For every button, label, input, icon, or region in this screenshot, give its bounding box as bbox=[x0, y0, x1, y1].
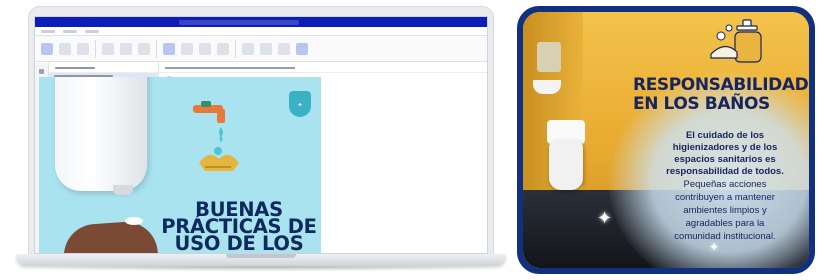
sparkle-icon: ✦ bbox=[709, 240, 720, 254]
rules-button[interactable] bbox=[217, 42, 229, 55]
faucet-icon bbox=[193, 101, 225, 142]
reply-all-button[interactable] bbox=[120, 42, 132, 55]
menu-item[interactable] bbox=[41, 29, 55, 33]
reply-button[interactable] bbox=[102, 42, 114, 55]
outlook-titlebar bbox=[35, 17, 487, 27]
promo-composition: ✚ BUENAS PRÁCTICAS DE USO DE LOS RESPONS… bbox=[0, 0, 822, 280]
list-header bbox=[49, 63, 158, 73]
poster-body-line: comunidad institucional. bbox=[674, 231, 776, 242]
move-button[interactable] bbox=[199, 42, 211, 55]
categorize-button[interactable] bbox=[260, 42, 272, 55]
quick-steps-button[interactable] bbox=[181, 42, 193, 55]
menu-bar bbox=[35, 27, 487, 36]
sparkle-icon: ✦ bbox=[597, 208, 613, 228]
poster-body: El cuidado de los higienizadores y de lo… bbox=[631, 130, 809, 243]
menu-item[interactable] bbox=[85, 29, 99, 33]
email-image: ✚ BUENAS PRÁCTICAS DE USO DE LOS bbox=[39, 77, 321, 254]
poster-body-line: agradables para la bbox=[685, 218, 765, 229]
forward-button[interactable] bbox=[138, 42, 150, 55]
search-box[interactable] bbox=[179, 19, 299, 25]
teams-button[interactable] bbox=[163, 42, 175, 55]
sink bbox=[533, 80, 561, 94]
find-button[interactable] bbox=[296, 42, 308, 55]
poster-title-line: EN LOS BAÑOS bbox=[633, 94, 770, 114]
dispenser-nozzle bbox=[113, 185, 133, 195]
message-subject bbox=[159, 63, 487, 73]
list-header-label bbox=[55, 66, 95, 69]
washing-hands-icon bbox=[199, 147, 239, 171]
ribbon-separator bbox=[235, 39, 236, 58]
foam bbox=[125, 217, 143, 225]
follow-up-button[interactable] bbox=[278, 42, 290, 55]
poster-inner: RESPONSABILIDAD EN LOS BAÑOS El cuidado … bbox=[523, 12, 809, 268]
soap-dispenser-icon bbox=[710, 19, 762, 63]
poster-body-bold-line: higienizadores y de los bbox=[672, 142, 778, 153]
toilet bbox=[549, 140, 583, 190]
shield-badge-icon: ✚ bbox=[289, 91, 311, 117]
laptop-notch bbox=[226, 254, 296, 258]
folder-icon[interactable] bbox=[39, 69, 44, 74]
new-mail-button[interactable] bbox=[41, 42, 53, 55]
archive-button[interactable] bbox=[77, 42, 89, 55]
ribbon-toolbar bbox=[35, 36, 487, 62]
poster-card: RESPONSABILIDAD EN LOS BAÑOS El cuidado … bbox=[517, 6, 815, 274]
mirror bbox=[537, 42, 561, 72]
poster-body-line: contribuyen a mantener bbox=[675, 192, 775, 203]
hand bbox=[61, 219, 159, 253]
poster-body-bold-line: espacios sanitarios es bbox=[674, 154, 776, 165]
poster-body-line: ambientes limpios y bbox=[683, 205, 767, 216]
poster-body-bold-line: El cuidado de los bbox=[685, 130, 765, 141]
unread-button[interactable] bbox=[242, 42, 254, 55]
poster-title: RESPONSABILIDAD EN LOS BAÑOS bbox=[633, 76, 809, 114]
delete-button[interactable] bbox=[59, 42, 71, 55]
poster-body-bold-line: responsabilidad de todos. bbox=[666, 166, 784, 177]
headline-line: USO DE LOS bbox=[174, 232, 304, 254]
ribbon-separator bbox=[95, 39, 96, 58]
outlook-window: ✚ BUENAS PRÁCTICAS DE USO DE LOS bbox=[34, 16, 488, 254]
poster-body-line: Pequeñas acciones bbox=[683, 179, 767, 190]
email-headline: BUENAS PRÁCTICAS DE USO DE LOS bbox=[157, 200, 321, 254]
ribbon-separator bbox=[156, 39, 157, 58]
menu-item[interactable] bbox=[63, 29, 77, 33]
poster-title-line: RESPONSABILIDAD bbox=[633, 75, 809, 95]
hand-sanitizer-dispenser bbox=[55, 77, 147, 191]
